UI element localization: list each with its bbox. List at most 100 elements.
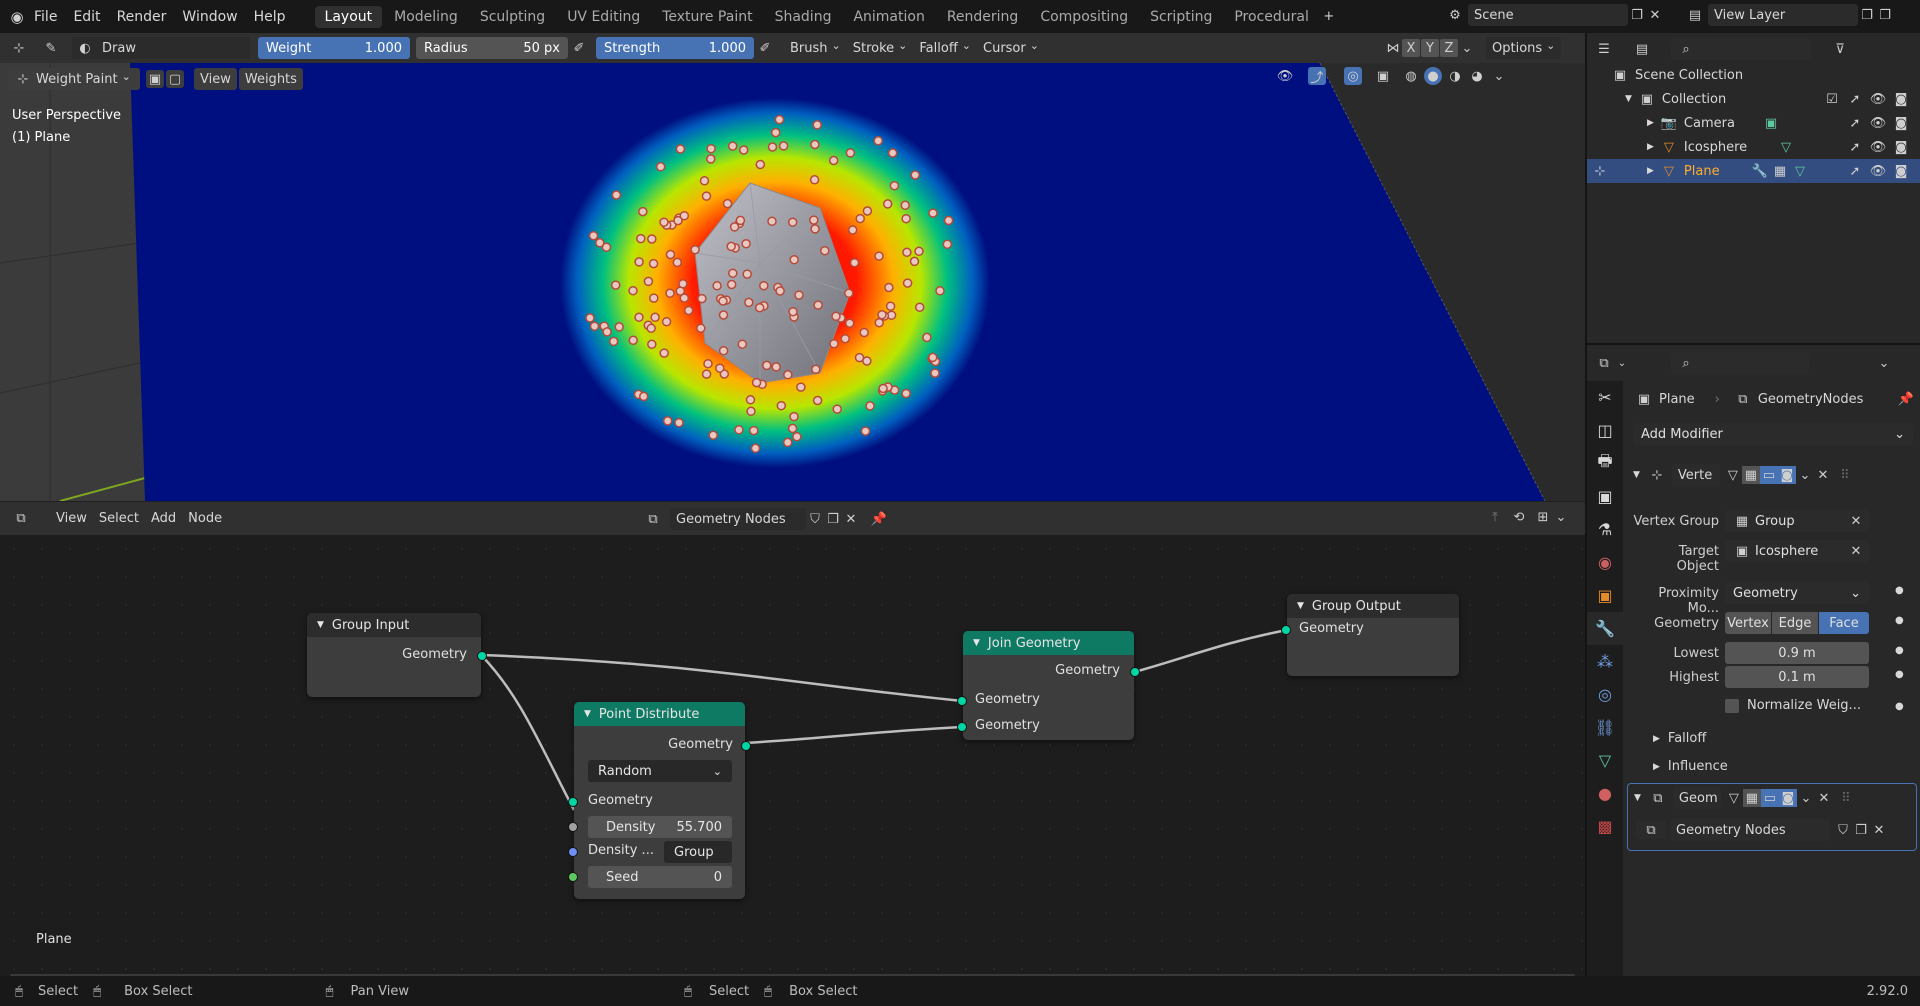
symmetry-icon[interactable]: ⋈: [1384, 39, 1402, 57]
shading-solid-icon[interactable]: ●: [1424, 67, 1442, 85]
weight-slider[interactable]: Weight 1.000: [258, 37, 410, 59]
tab-layout[interactable]: Layout: [314, 5, 383, 28]
strength-pressure-icon[interactable]: ✐: [756, 39, 774, 57]
realtime-icon[interactable]: ▭: [1759, 466, 1778, 484]
node-point-distribute[interactable]: ▼ Point Distribute Geometry Random ⌄ Geome…: [568, 702, 751, 899]
texture-tab-icon[interactable]: ▩: [1587, 810, 1623, 843]
material-tab-icon[interactable]: ●: [1587, 777, 1623, 810]
expand-icon[interactable]: ▶: [1647, 142, 1654, 152]
density-attribute-field[interactable]: Group: [664, 841, 732, 863]
radius-slider[interactable]: Radius 50 px: [416, 37, 568, 59]
tab-texture-paint[interactable]: Texture Paint: [652, 6, 762, 28]
strength-slider[interactable]: Strength 1.000: [596, 37, 754, 59]
properties-search-input[interactable]: ⌕: [1671, 352, 1809, 374]
outliner-search-input[interactable]: ⌕: [1671, 38, 1811, 60]
node-tree-field[interactable]: Geometry Nodes: [670, 508, 806, 530]
checkbox-icon[interactable]: ☑: [1823, 90, 1841, 108]
node-group-field[interactable]: Geometry Nodes: [1670, 819, 1830, 841]
expand-icon[interactable]: ▼: [1634, 793, 1641, 803]
lowest-field[interactable]: 0.9 m: [1725, 642, 1869, 664]
constraints-tab-icon[interactable]: ⛓: [1587, 711, 1623, 744]
tab-sculpting[interactable]: Sculpting: [470, 6, 555, 28]
new-view-layer-icon[interactable]: ❐: [1858, 6, 1876, 24]
keyframe-dot-icon[interactable]: ●: [1895, 585, 1904, 596]
blender-logo-icon[interactable]: ◉: [8, 8, 26, 26]
collapse-icon[interactable]: ▼: [973, 638, 980, 648]
node-editor-canvas[interactable]: ▼ Group Input Geometry ▼ Point Distribute …: [0, 535, 1585, 976]
scene-tab-icon[interactable]: ⚗: [1587, 513, 1623, 546]
cursor-menu[interactable]: Cursor: [977, 37, 1045, 59]
keyframe-dot-icon[interactable]: ●: [1895, 645, 1904, 656]
viewport-menu-weights[interactable]: Weights: [238, 68, 303, 90]
chevron-down-icon[interactable]: ⌄: [1797, 789, 1815, 807]
world-tab-icon[interactable]: ◉: [1587, 546, 1623, 579]
node-menu-node[interactable]: Node: [182, 508, 228, 530]
delete-scene-icon[interactable]: ✕: [1646, 6, 1664, 24]
expand-icon[interactable]: ▶: [1647, 166, 1654, 176]
camera-render-icon[interactable]: ◙: [1892, 138, 1910, 156]
drag-handle-icon[interactable]: ⠿: [1837, 789, 1855, 807]
modifier-name-field[interactable]: Verte: [1671, 464, 1720, 486]
highest-field[interactable]: 0.1 m: [1725, 666, 1869, 688]
close-icon[interactable]: ✕: [1847, 542, 1865, 560]
select-toggle-icon[interactable]: ➚: [1846, 138, 1864, 156]
tab-shading[interactable]: Shading: [765, 6, 842, 28]
input-socket-density[interactable]: [568, 822, 578, 832]
pin-icon[interactable]: 📌: [870, 510, 888, 528]
edit-mode-icon[interactable]: ▽: [1724, 466, 1742, 484]
seed-field[interactable]: Seed 0: [588, 866, 732, 888]
menu-help[interactable]: Help: [246, 9, 294, 25]
realtime-icon[interactable]: ▭: [1760, 789, 1779, 807]
tool-tab-icon[interactable]: ✂: [1587, 381, 1623, 414]
select-toggle-icon[interactable]: ➚: [1846, 90, 1864, 108]
camera-render-icon[interactable]: ◙: [1892, 114, 1910, 132]
outliner-item-plane[interactable]: ⊹ ▶ ▽ Plane 🔧 ▦ ▽ ➚ 👁 ◙: [1587, 159, 1920, 183]
menu-render[interactable]: Render: [109, 9, 175, 25]
close-icon[interactable]: ✕: [1815, 789, 1833, 807]
axis-x-toggle[interactable]: X: [1402, 39, 1420, 57]
parent-tree-icon[interactable]: ⤒: [1486, 508, 1504, 526]
shading-rendered-icon[interactable]: ◕: [1468, 67, 1486, 85]
gizmo-icon[interactable]: ⤴: [1308, 67, 1326, 86]
modifier-vertex-weight-header[interactable]: ▼ ⊹ Verte ▽ ▦ ▭ ◙ ⌄ ✕ ⠿: [1633, 463, 1917, 487]
menu-file[interactable]: File: [26, 9, 65, 25]
menu-window[interactable]: Window: [174, 9, 245, 25]
camera-render-icon[interactable]: ◙: [1892, 162, 1910, 180]
drag-handle-icon[interactable]: ⠿: [1836, 466, 1854, 484]
keyframe-dot-icon[interactable]: ●: [1895, 701, 1904, 712]
outliner-scene-collection[interactable]: ▣ Scene Collection: [1587, 63, 1920, 87]
face-mask-icon[interactable]: ▣: [146, 70, 164, 88]
node-tree-browse-icon[interactable]: ⧉: [1636, 821, 1666, 839]
chevron-down-icon[interactable]: ⌄: [1552, 508, 1570, 526]
on-cage-icon[interactable]: ▦: [1742, 789, 1761, 807]
normalize-weights-row[interactable]: Normalize Weig...: [1725, 698, 1861, 713]
scene-icon[interactable]: ⚙: [1446, 6, 1464, 24]
node-tree-icon[interactable]: ⧉: [644, 510, 662, 528]
eye-icon[interactable]: 👁: [1869, 162, 1887, 180]
duplicate-tree-icon[interactable]: ❐: [1852, 821, 1870, 839]
vertex-mask-icon[interactable]: ▢: [166, 70, 184, 88]
tab-modeling[interactable]: Modeling: [384, 6, 468, 28]
node-header[interactable]: ▼ Point Distribute: [574, 702, 745, 726]
on-cage-icon[interactable]: ▦: [1741, 466, 1760, 484]
geometry-edge-toggle[interactable]: Edge: [1772, 612, 1818, 634]
tab-procedural[interactable]: Procedural: [1224, 6, 1319, 28]
output-socket[interactable]: [477, 651, 487, 661]
tab-scripting[interactable]: Scripting: [1140, 6, 1222, 28]
geometry-face-toggle[interactable]: Face: [1819, 612, 1869, 634]
render-icon[interactable]: ◙: [1778, 789, 1797, 807]
close-icon[interactable]: ✕: [1847, 512, 1865, 530]
expand-icon[interactable]: ▼: [1633, 470, 1640, 480]
tab-compositing[interactable]: Compositing: [1030, 6, 1138, 28]
outliner-item-camera[interactable]: ▶ 📷 Camera ▣ ➚ 👁 ◙: [1587, 111, 1920, 135]
render-tab-icon[interactable]: ◫: [1587, 414, 1623, 447]
modifier-geometry-nodes-header[interactable]: ▼ ⧉ Geom ▽ ▦ ▭ ◙ ⌄ ✕ ⠿: [1634, 786, 1914, 810]
camera-render-icon[interactable]: ◙: [1892, 90, 1910, 108]
input-socket-geometry[interactable]: [568, 797, 578, 807]
unlink-tree-icon[interactable]: ✕: [1870, 821, 1888, 839]
outliner-item-icosphere[interactable]: ▶ ▽ Icosphere ▽ ➚ 👁 ◙: [1587, 135, 1920, 159]
expand-icon[interactable]: ▶: [1653, 734, 1660, 744]
node-menu-add[interactable]: Add: [145, 508, 182, 530]
select-toggle-icon[interactable]: ➚: [1846, 162, 1864, 180]
scene-field[interactable]: Scene: [1468, 4, 1628, 26]
